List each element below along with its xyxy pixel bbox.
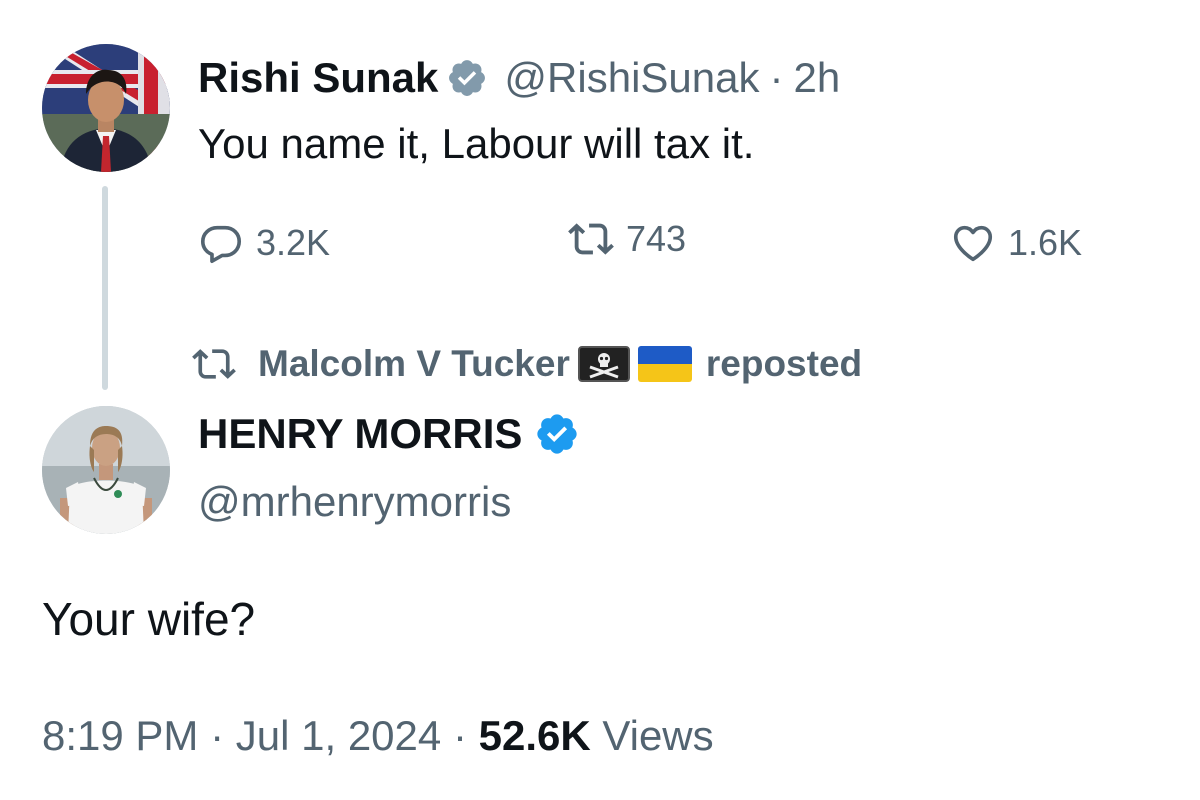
tweet-actions: 3.2K 743 1.6K [198, 218, 1118, 280]
separator-dot: · [210, 712, 225, 759]
repost-icon [192, 349, 236, 379]
repost-banner: Malcolm V Tucker reposted [192, 342, 862, 386]
like-button[interactable]: 1.6K [950, 220, 1082, 266]
repost-icon [568, 223, 614, 255]
tweet-timestamp[interactable]: 8:19 PM [42, 712, 198, 759]
reply-tweet-text: Your wife? [42, 593, 256, 645]
reply-author-header: HENRY MORRIS [198, 410, 596, 458]
rishi-sunak-avatar[interactable] [42, 44, 170, 172]
grey-verified-icon[interactable] [446, 57, 488, 99]
separator-dot: · [769, 54, 784, 101]
reposter-name[interactable]: Malcolm V Tucker [258, 343, 570, 385]
tweet-date[interactable]: Jul 1, 2024 [236, 712, 442, 759]
reposted-label: reposted [705, 343, 863, 384]
views-count[interactable]: 52.6K [479, 712, 591, 759]
author-handle[interactable]: @RishiSunak [504, 54, 759, 102]
original-tweet-text: You name it, Labour will tax it. [198, 120, 755, 167]
ukraine-flag-emoji [637, 346, 692, 382]
repost-count: 743 [626, 218, 687, 259]
reply-count: 3.2K [256, 222, 331, 263]
tweet-time[interactable]: 2h [793, 54, 840, 102]
views-label: Views [602, 712, 714, 759]
thread-connector-line [102, 186, 108, 390]
blue-verified-icon[interactable] [534, 411, 580, 457]
author-name[interactable]: Rishi Sunak [198, 54, 438, 102]
tweet-metadata: 8:19 PM · Jul 1, 2024 · 52.6K Views [42, 712, 714, 760]
like-count: 1.6K [1008, 222, 1083, 263]
repost-button[interactable]: 743 [568, 216, 686, 262]
reply-button[interactable]: 3.2K [198, 220, 330, 266]
heart-icon [953, 225, 993, 262]
reply-icon [200, 225, 242, 264]
reply-author-handle[interactable]: @mrhenrymorris [198, 478, 511, 526]
pirate-flag-emoji [577, 346, 630, 382]
original-tweet-header: Rishi Sunak @RishiSunak · 2h [198, 50, 840, 106]
separator-dot: · [452, 712, 467, 759]
henry-morris-avatar[interactable] [42, 406, 170, 534]
reply-author-name[interactable]: HENRY MORRIS [198, 410, 522, 458]
